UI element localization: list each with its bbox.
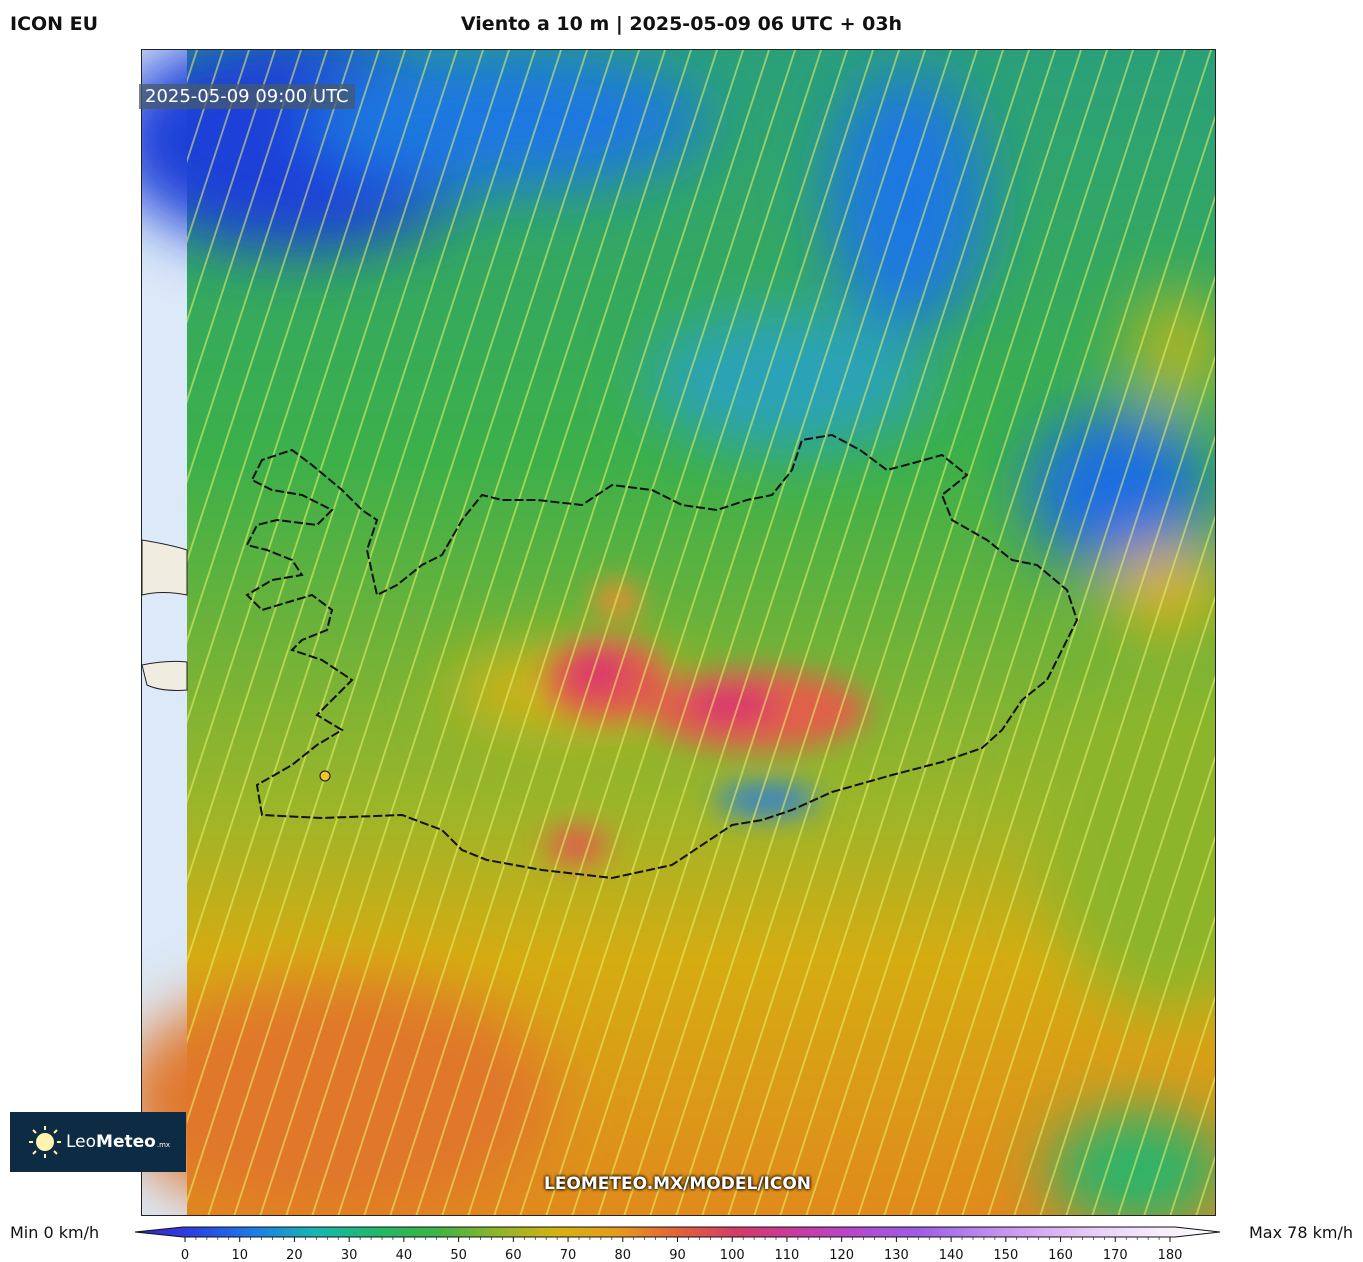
colorbar-tick-label: 100 [720, 1248, 745, 1262]
colorbar-tick-label: 70 [560, 1248, 577, 1262]
colorbar-tick-label: 50 [450, 1248, 467, 1262]
legend-max: Max 78 km/h [1249, 1223, 1353, 1242]
colorbar-tick-label: 160 [1048, 1248, 1073, 1262]
logo-suffix: .mx [156, 1141, 171, 1149]
color-scale-bar: 0 10 20 30 40 50 60 70 80 90 100 110 120 130 140 150 160… [135, 1226, 1221, 1262]
colorbar-tick-label: 0 [181, 1248, 189, 1262]
wind-map[interactable] [141, 49, 1216, 1216]
colorbar-tick-label: 170 [1103, 1248, 1128, 1262]
colorbar-tick-label: 140 [939, 1248, 964, 1262]
colorbar-tick-label: 130 [884, 1248, 909, 1262]
logo-text: LeoMeteo [66, 1132, 156, 1152]
watermark: LEOMETEO.MX/MODEL/ICON [543, 1174, 812, 1194]
colorbar-tick-label: 60 [505, 1248, 522, 1262]
greenland-coast [142, 539, 188, 596]
leometeo-logo[interactable]: LeoMeteo .mx [10, 1112, 186, 1172]
colorbar-tick-label: 120 [829, 1248, 854, 1262]
city-marker [319, 770, 331, 782]
color-scale-gradient [135, 1226, 1221, 1238]
colorbar-tick-label: 20 [286, 1248, 303, 1262]
colorbar-tick-label: 90 [669, 1248, 686, 1262]
sun-icon [29, 1126, 61, 1158]
colorbar-tick-label: 30 [341, 1248, 358, 1262]
colorbar-tick-label: 80 [615, 1248, 632, 1262]
valid-time-label: 2025-05-09 09:00 UTC [139, 84, 355, 109]
wind-field-layer [142, 50, 1215, 1215]
colorbar-tick-label: 110 [775, 1248, 800, 1262]
colorbar-tick-label: 40 [396, 1248, 413, 1262]
colorbar-tick-label: 10 [231, 1248, 248, 1262]
colorbar-tick-label: 150 [993, 1248, 1018, 1262]
map-title: Viento a 10 m | 2025-05-09 06 UTC + 03h [460, 13, 903, 35]
colorbar-tick-label: 180 [1158, 1248, 1183, 1262]
legend-min: Min 0 km/h [10, 1223, 100, 1242]
